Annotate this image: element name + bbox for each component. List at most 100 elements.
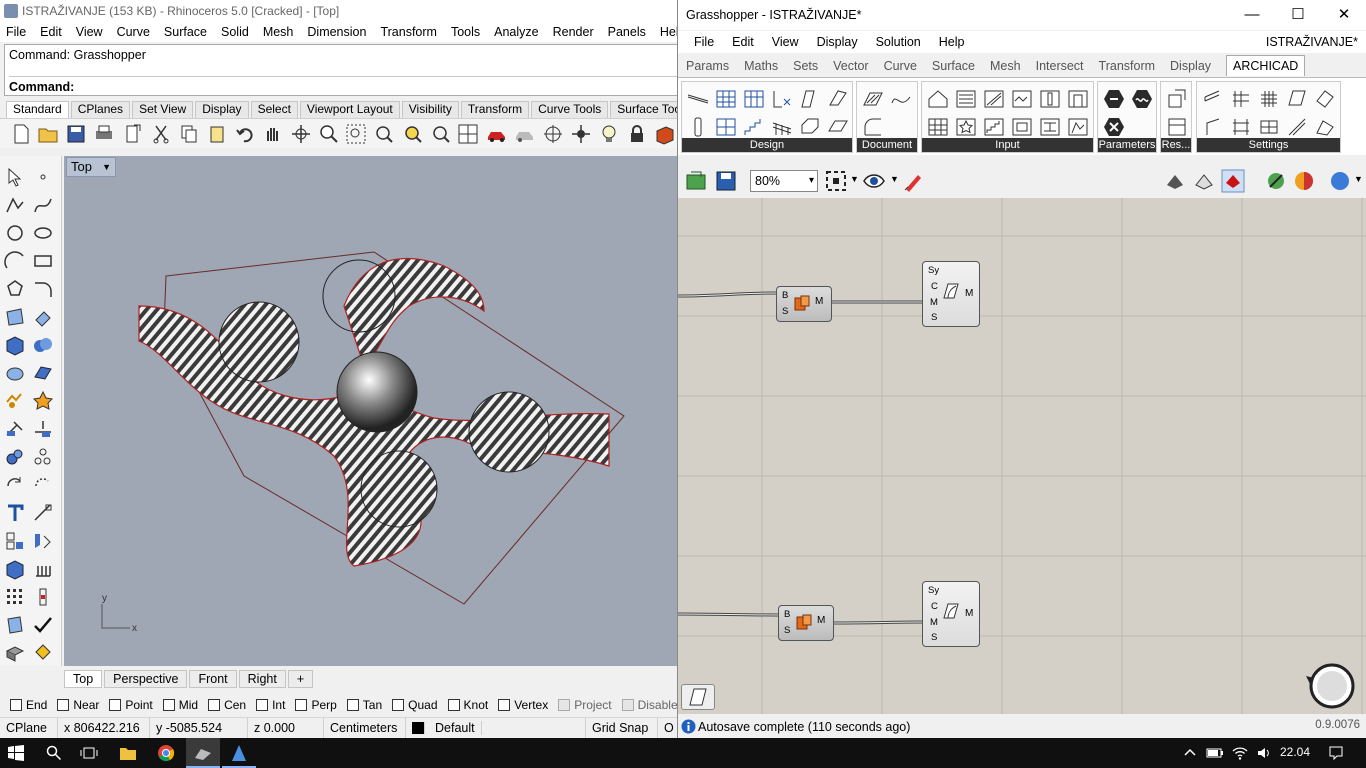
settings-frame-icon[interactable] (1229, 115, 1253, 139)
column-settings-icon[interactable] (1038, 87, 1062, 111)
viewport-tab-add[interactable]: + (287, 670, 314, 688)
block-icon[interactable] (4, 530, 26, 552)
osnap-checkbox[interactable] (392, 699, 405, 711)
gh-component-building-2[interactable]: B S M (778, 605, 834, 641)
point-icon[interactable] (32, 166, 54, 188)
search-icon[interactable] (46, 745, 62, 761)
zoom-chevron-icon[interactable]: ▾ (809, 171, 814, 191)
osnap-int[interactable]: Int (256, 698, 285, 712)
osnap-checkbox[interactable] (498, 699, 511, 711)
gh-tab-curve[interactable]: Curve (884, 56, 917, 76)
spline-icon[interactable] (889, 87, 913, 111)
material-sphere-icon[interactable] (1292, 169, 1316, 193)
param-wave-icon[interactable] (1130, 87, 1154, 111)
tab-cplanes[interactable]: CPlanes (70, 101, 131, 118)
gh-tab-transform[interactable]: Transform (1099, 56, 1156, 76)
shell-icon[interactable] (826, 87, 850, 111)
slab-grid-icon[interactable] (742, 87, 766, 111)
morph-icon[interactable] (798, 115, 822, 139)
explode-icon[interactable] (32, 390, 54, 412)
chrome-icon[interactable] (157, 744, 175, 762)
rhino-menu-panels[interactable]: Panels (608, 25, 646, 39)
osnap-checkbox[interactable] (558, 699, 571, 711)
top-viewport[interactable]: y x (64, 156, 678, 666)
minimize-button[interactable]: — (1229, 0, 1275, 30)
file-explorer-icon[interactable] (119, 745, 137, 761)
maximize-button[interactable]: ☐ (1275, 0, 1321, 30)
split-icon[interactable] (32, 418, 54, 440)
settings-roof-icon[interactable] (1313, 115, 1337, 139)
rotate-view-icon[interactable] (290, 123, 312, 145)
ungroup-icon[interactable] (32, 446, 54, 468)
osnap-checkbox[interactable] (447, 699, 460, 711)
gh-menu-help[interactable]: Help (939, 35, 965, 49)
preview-chevron-icon[interactable]: ▼ (890, 174, 899, 184)
canvas-widget-button[interactable] (681, 684, 715, 710)
task-view-icon[interactable] (80, 745, 98, 761)
text-icon[interactable] (4, 502, 26, 524)
osnap-tan[interactable]: Tan (346, 698, 382, 712)
param-cross-icon[interactable] (1102, 115, 1126, 139)
zoom-extents-chevron-icon[interactable]: ▼ (850, 174, 859, 184)
railing-icon[interactable] (770, 115, 794, 139)
object-settings-icon[interactable] (1066, 115, 1090, 139)
rhino-menu-transform[interactable]: Transform (380, 25, 437, 39)
tray-chevron-up-icon[interactable] (1184, 747, 1196, 759)
box-icon[interactable] (4, 334, 26, 356)
analyze-icon[interactable] (32, 586, 54, 608)
rhino-menu-edit[interactable]: Edit (40, 25, 62, 39)
surface-points-icon[interactable] (4, 306, 26, 328)
extrude-icon[interactable] (32, 306, 54, 328)
pan-hand-icon[interactable] (262, 123, 284, 145)
status-grid-snap[interactable]: Grid Snap (586, 717, 658, 739)
viewport-tab-front[interactable]: Front (189, 670, 237, 688)
osnap-checkbox[interactable] (109, 699, 122, 711)
viewport-dropdown-icon[interactable]: ▼ (102, 158, 111, 176)
mesh-icon[interactable] (4, 362, 26, 384)
windows-start-icon[interactable] (8, 745, 24, 761)
osnap-checkbox[interactable] (10, 699, 22, 711)
settings-stair-icon[interactable] (1285, 115, 1309, 139)
open-folder-icon[interactable] (37, 123, 59, 145)
osnap-disable[interactable]: Disable (621, 698, 678, 712)
display-chevron-icon[interactable]: ▼ (1354, 174, 1363, 184)
rhino-menu-analyze[interactable]: Analyze (494, 25, 538, 39)
gh-tab-sets[interactable]: Sets (793, 56, 818, 76)
gh-tab-params[interactable]: Params (686, 56, 729, 76)
boolean-icon[interactable] (32, 334, 54, 356)
zoom-window-icon[interactable] (345, 123, 367, 145)
ribbon-label-settings[interactable]: Settings (1197, 138, 1340, 152)
osnap-quad[interactable]: Quad (392, 698, 438, 712)
slab-settings-icon[interactable] (982, 87, 1006, 111)
save-icon[interactable] (65, 123, 87, 145)
zoom-extents-icon[interactable] (373, 123, 395, 145)
rhino-menu-surface[interactable]: Surface (164, 25, 207, 39)
ellipse-icon[interactable] (32, 222, 54, 244)
osnap-checkbox[interactable] (208, 699, 221, 711)
status-cplane[interactable]: CPlane (0, 717, 58, 739)
taskbar-rhino-app[interactable] (186, 738, 220, 768)
result-export-icon[interactable] (1165, 87, 1189, 111)
transform-icon[interactable] (4, 390, 26, 412)
ribbon-label-parameters[interactable]: Parameters (1098, 138, 1156, 152)
action-center-icon[interactable] (1328, 745, 1344, 761)
mesh-plane-icon[interactable] (32, 362, 54, 384)
rhino-menu-view[interactable]: View (76, 25, 103, 39)
lock-icon[interactable] (626, 123, 648, 145)
bake-icon[interactable] (1264, 169, 1288, 193)
object-placement-icon[interactable] (770, 87, 794, 111)
zoom-extents-icon[interactable] (824, 169, 848, 193)
osnap-checkbox[interactable] (621, 699, 634, 711)
roof-settings-icon[interactable] (1010, 87, 1034, 111)
rhino-menu-file[interactable]: File (6, 25, 26, 39)
orient-icon[interactable] (32, 474, 54, 496)
osnap-point[interactable]: Point (109, 698, 153, 712)
print-icon[interactable] (93, 123, 115, 145)
settings-panel-icon[interactable] (1285, 87, 1309, 111)
gh-tab-display[interactable]: Display (1170, 56, 1211, 76)
car-render-icon[interactable] (486, 123, 508, 145)
navigation-compass-icon[interactable] (1304, 660, 1356, 712)
zoom-selected-icon[interactable] (402, 123, 424, 145)
roof-icon[interactable] (798, 87, 822, 111)
settings-shell-icon[interactable] (1313, 87, 1337, 111)
